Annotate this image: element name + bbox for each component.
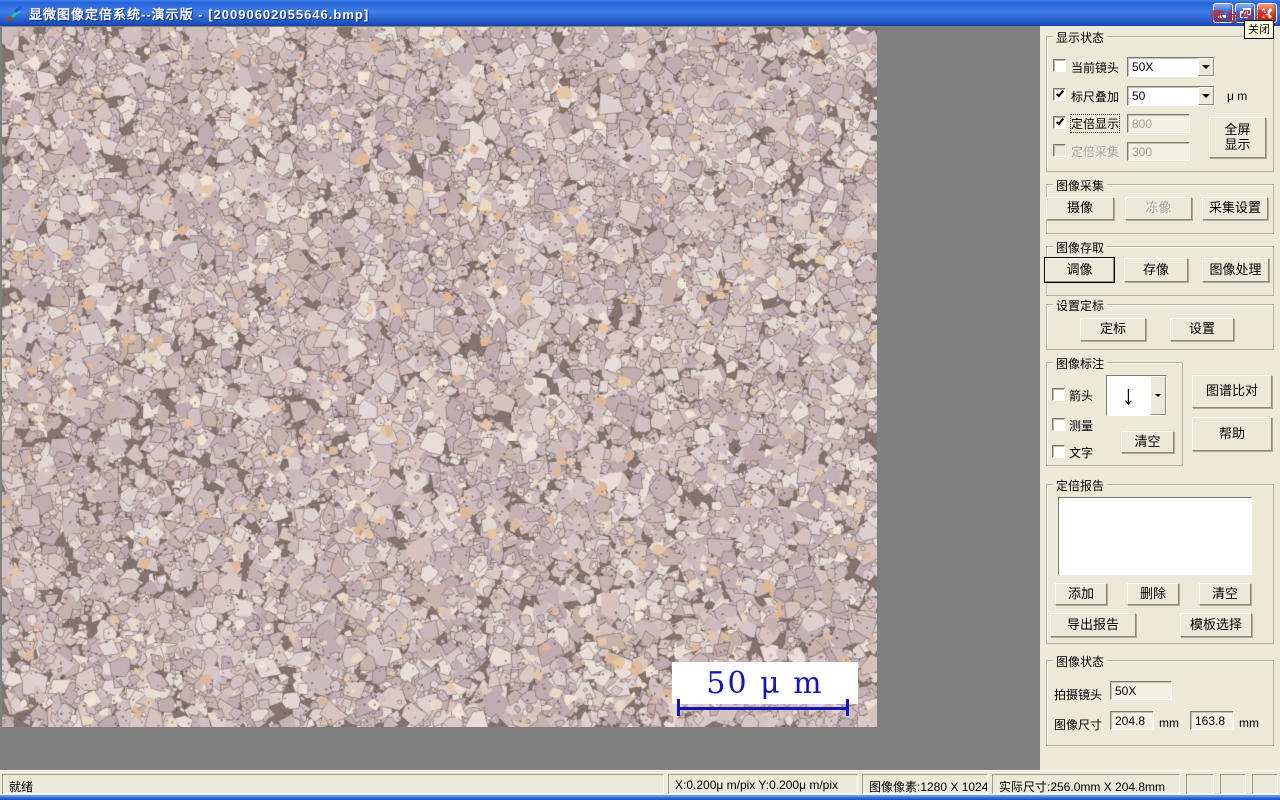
taskbar-edge xyxy=(0,795,1280,800)
status-actual-size: 实际尺寸:256.0mm X 204.8mm xyxy=(992,774,1180,794)
down-arrow-icon: ↓ xyxy=(1121,380,1136,410)
image-processing-button[interactable]: 图像处理 xyxy=(1202,258,1269,282)
scale-bar-overlay: 50 μ m xyxy=(672,662,858,704)
image-status-group-title: 图像状态 xyxy=(1053,653,1108,670)
freeze-button: 冻像 xyxy=(1125,197,1192,220)
save-image-button[interactable]: 存像 xyxy=(1124,258,1188,282)
status-image-pixels: 图像像素:1280 X 1024 xyxy=(862,774,988,794)
fixed-mag-capture-label: 定倍采集 xyxy=(1071,145,1120,159)
image-width-field: 204.8 xyxy=(1110,711,1154,730)
image-storage-group-title: 图像存取 xyxy=(1053,239,1108,256)
status-bar: 就绪 X:0.200μ m/pix Y:0.200μ m/pix 图像像素:12… xyxy=(0,770,1280,795)
calibrate-button[interactable]: 定标 xyxy=(1080,318,1146,341)
image-size-label: 图像尺寸 xyxy=(1054,718,1103,732)
display-status-group-title: 显示状态 xyxy=(1053,29,1108,46)
report-add-button[interactable]: 添加 xyxy=(1055,583,1107,605)
shoot-lens-field: 50X xyxy=(1110,681,1172,700)
ruler-value-select[interactable]: 50 xyxy=(1127,86,1215,106)
image-status-group: 图像状态 xyxy=(1046,653,1274,746)
settings-button[interactable]: 设置 xyxy=(1170,318,1234,341)
ruler-unit-label: μ m xyxy=(1227,89,1248,103)
app-icon xyxy=(7,5,23,21)
fixed-mag-capture-field: 300 xyxy=(1127,142,1190,161)
scale-bar-line xyxy=(677,707,849,710)
measure-checkbox[interactable] xyxy=(1052,418,1065,431)
fixed-mag-display-field: 800 xyxy=(1127,114,1190,133)
fullscreen-button[interactable]: 全屏显示 xyxy=(1209,117,1266,158)
status-ready: 就绪 xyxy=(2,774,664,794)
template-select-button[interactable]: 模板选择 xyxy=(1180,613,1252,637)
scale-bar-tick-right xyxy=(846,699,849,716)
window-title: 显微图像定倍系统--演示版 - [20090602055646.bmp] xyxy=(29,6,370,22)
export-report-button[interactable]: 导出报告 xyxy=(1050,613,1136,637)
chevron-down-icon[interactable] xyxy=(1198,87,1214,105)
image-width-unit: mm xyxy=(1159,716,1179,730)
chevron-down-icon[interactable] xyxy=(1198,58,1214,76)
arrow-style-select[interactable]: ↓ xyxy=(1106,375,1167,416)
fixed-mag-display-label: 定倍显示 xyxy=(1069,114,1121,133)
help-button[interactable]: 帮助 xyxy=(1192,417,1272,451)
current-lens-checkbox[interactable] xyxy=(1053,59,1066,72)
report-clear-button[interactable]: 清空 xyxy=(1199,583,1251,605)
current-lens-label: 当前镜头 xyxy=(1071,61,1120,75)
minimize-icon xyxy=(1218,15,1226,18)
atlas-compare-button[interactable]: 图谱比对 xyxy=(1192,375,1272,408)
text-label: 文字 xyxy=(1069,446,1094,460)
ruler-overlay-checkbox[interactable] xyxy=(1053,88,1066,101)
report-listbox[interactable] xyxy=(1058,497,1252,575)
scale-bar-label: 50 μ m xyxy=(706,665,824,701)
title-bar: 显微图像定倍系统--演示版 - [20090602055646.bmp] xyxy=(0,0,1280,26)
image-height-unit: mm xyxy=(1239,716,1259,730)
status-panel-empty-2 xyxy=(1220,774,1246,794)
current-lens-select[interactable]: 50X xyxy=(1127,57,1215,77)
control-panel: 显示状态 当前镜头 50X 标尺叠加 50 μ m 定倍显示 800 定倍采集 … xyxy=(1040,26,1280,770)
annotation-group-title: 图像标注 xyxy=(1053,355,1108,372)
calibration-group-title: 设置定标 xyxy=(1053,297,1108,314)
shoot-lens-label: 拍摄镜头 xyxy=(1054,688,1103,702)
arrow-label: 箭头 xyxy=(1069,389,1094,403)
scale-bar-tick-left xyxy=(677,699,680,716)
report-delete-button[interactable]: 删除 xyxy=(1127,583,1179,605)
capture-button[interactable]: 摄像 xyxy=(1046,197,1114,220)
status-pixel-scale: X:0.200μ m/pix Y:0.200μ m/pix xyxy=(668,774,858,794)
image-capture-group-title: 图像采集 xyxy=(1053,177,1108,194)
status-panel-empty-1 xyxy=(1186,774,1214,794)
minimize-button[interactable] xyxy=(1213,3,1233,23)
fixed-mag-display-checkbox[interactable] xyxy=(1053,116,1066,129)
fixed-mag-capture-checkbox xyxy=(1053,144,1066,157)
close-tooltip: 关闭 xyxy=(1244,20,1274,39)
text-checkbox[interactable] xyxy=(1052,445,1065,458)
load-image-button[interactable]: 调像 xyxy=(1045,258,1114,282)
ruler-overlay-label: 标尺叠加 xyxy=(1071,90,1120,104)
status-panel-empty-3 xyxy=(1252,774,1278,794)
chevron-down-icon[interactable] xyxy=(1150,376,1166,415)
arrow-checkbox[interactable] xyxy=(1052,388,1065,401)
image-height-field: 163.8 xyxy=(1190,711,1234,730)
micrograph-image xyxy=(2,27,877,727)
measure-label: 测量 xyxy=(1069,419,1094,433)
report-group-title: 定倍报告 xyxy=(1053,477,1108,494)
annotation-clear-button[interactable]: 清空 xyxy=(1121,431,1174,453)
capture-settings-button[interactable]: 采集设置 xyxy=(1202,197,1268,220)
